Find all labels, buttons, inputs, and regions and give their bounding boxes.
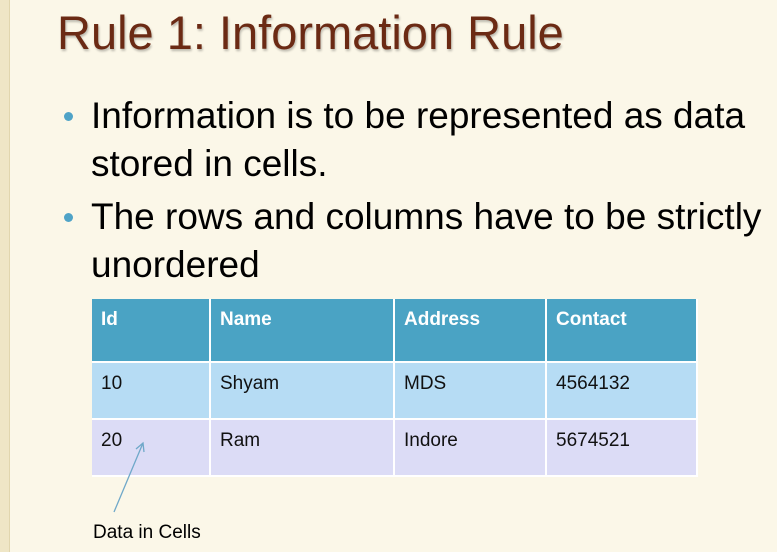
header-cell-contact: Contact <box>546 299 698 363</box>
bullet-item: The rows and columns have to be strictly… <box>60 193 765 289</box>
bullet-item: Information is to be represented as data… <box>60 92 765 188</box>
data-table: Id Name Address Contact 10 Shyam MDS 456… <box>92 299 698 477</box>
bullet-dot-icon <box>64 213 73 222</box>
bullet-text: Information is to be represented as data… <box>91 95 746 184</box>
header-cell-name: Name <box>210 299 395 363</box>
table-cell: Indore <box>394 419 547 477</box>
table-header-row: Id Name Address Contact <box>92 299 698 363</box>
slide-left-stripe <box>0 0 10 552</box>
header-cell-address: Address <box>394 299 547 363</box>
table-cell: Shyam <box>210 362 395 420</box>
table-cell: 4564132 <box>546 362 698 420</box>
bullet-dot-icon <box>64 112 73 121</box>
table-cell: 10 <box>92 362 211 420</box>
table-cell: 20 <box>92 419 211 477</box>
table-cell: MDS <box>394 362 547 420</box>
table-row: 20 Ram Indore 5674521 <box>92 419 698 477</box>
table-cell: 5674521 <box>546 419 698 477</box>
table-cell: Ram <box>210 419 395 477</box>
bullet-text: The rows and columns have to be strictly… <box>91 196 762 285</box>
slide-title: Rule 1: Information Rule <box>57 6 564 59</box>
bullet-list: Information is to be represented as data… <box>60 92 765 294</box>
header-cell-id: Id <box>92 299 211 363</box>
table-row: 10 Shyam MDS 4564132 <box>92 362 698 420</box>
annotation-label: Data in Cells <box>93 522 201 543</box>
